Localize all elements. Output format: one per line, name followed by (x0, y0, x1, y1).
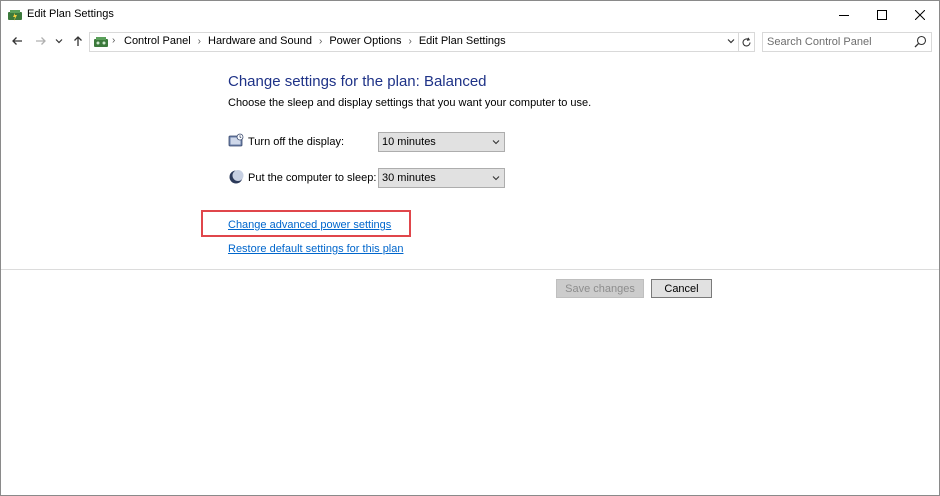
edit-plan-settings-window: Edit Plan Settings › Control Panel › Har… (0, 0, 940, 496)
chevron-down-icon (55, 39, 63, 44)
title-bar: Edit Plan Settings (1, 1, 939, 28)
maximize-button[interactable] (863, 1, 901, 28)
close-button[interactable] (901, 1, 939, 28)
sleep-timeout-value: 30 minutes (382, 172, 436, 184)
minimize-button[interactable] (825, 1, 863, 28)
forward-arrow-icon (36, 37, 46, 45)
chevron-right-icon[interactable]: › (198, 36, 201, 47)
cancel-button[interactable]: Cancel (651, 279, 712, 298)
display-timeout-select[interactable]: 10 minutes (378, 132, 505, 152)
minimize-icon (839, 14, 849, 16)
chevron-down-icon (727, 39, 735, 44)
breadcrumb-power-options[interactable]: Power Options (329, 35, 401, 47)
search-input[interactable] (767, 34, 907, 49)
moon-icon (229, 170, 244, 184)
display-setting-label: Turn off the display: (248, 136, 344, 148)
up-arrow-icon (74, 36, 82, 46)
change-advanced-power-settings-link[interactable]: Change advanced power settings (228, 219, 391, 231)
divider (1, 269, 939, 270)
back-arrow-icon (12, 37, 22, 45)
display-setting-row: Turn off the display: 10 minutes (228, 132, 508, 152)
sleep-timeout-select[interactable]: 30 minutes (378, 168, 505, 188)
save-changes-button[interactable]: Save changes (556, 279, 644, 298)
page-description: Choose the sleep and display settings th… (228, 97, 592, 109)
window-title: Edit Plan Settings (27, 8, 114, 20)
breadcrumb-edit-plan-settings[interactable]: Edit Plan Settings (419, 35, 506, 47)
breadcrumb: Control Panel › Hardware and Sound › Pow… (124, 35, 506, 47)
power-options-icon (8, 10, 22, 21)
forward-button[interactable] (32, 32, 50, 50)
recent-locations-button[interactable] (53, 32, 65, 50)
address-dropdown-button[interactable] (723, 32, 739, 50)
search-icon[interactable] (914, 35, 927, 48)
address-box[interactable]: › Control Panel › Hardware and Sound › P… (89, 32, 739, 52)
chevron-right-icon[interactable]: › (319, 36, 322, 47)
sleep-setting-label: Put the computer to sleep: (248, 172, 377, 184)
breadcrumb-control-panel[interactable]: Control Panel (124, 35, 191, 47)
chevron-down-icon (492, 140, 500, 145)
sleep-setting-row: Put the computer to sleep: 30 minutes (228, 168, 508, 188)
crumb-separator-icon: › (112, 35, 116, 46)
search-box (762, 32, 932, 52)
display-icon (228, 133, 244, 147)
navigation-bar: › Control Panel › Hardware and Sound › P… (1, 29, 939, 53)
chevron-right-icon[interactable]: › (408, 36, 411, 47)
restore-default-settings-link[interactable]: Restore default settings for this plan (228, 243, 403, 255)
back-button[interactable] (8, 32, 26, 50)
breadcrumb-hardware-and-sound[interactable]: Hardware and Sound (208, 35, 312, 47)
chevron-down-icon (492, 176, 500, 181)
page-title: Change settings for the plan: Balanced (228, 73, 487, 90)
up-button[interactable] (69, 32, 87, 50)
refresh-icon (741, 37, 751, 46)
display-timeout-value: 10 minutes (382, 136, 436, 148)
control-panel-icon (94, 37, 108, 47)
close-icon (915, 9, 925, 20)
refresh-button[interactable] (738, 32, 755, 52)
maximize-icon (877, 9, 887, 20)
